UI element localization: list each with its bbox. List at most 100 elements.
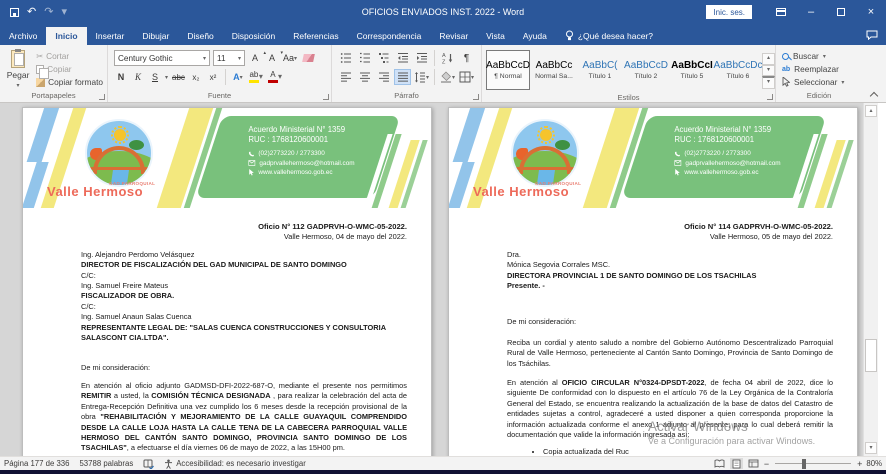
borders-button[interactable]: ▾	[458, 69, 475, 85]
clear-formatting-button[interactable]	[301, 51, 315, 66]
highlight-color-button[interactable]: ab▾	[248, 70, 264, 85]
bold-button[interactable]: N	[114, 70, 128, 85]
zoom-in-icon[interactable]: +	[857, 459, 862, 469]
comments-icon[interactable]	[866, 30, 878, 42]
tab-archivo[interactable]: Archivo	[0, 27, 46, 45]
zoom-out-icon[interactable]: −	[764, 459, 769, 469]
page-indicator[interactable]: Página 177 de 336	[4, 459, 69, 468]
letter-content[interactable]: Oficio N° 112 GADPRVH-O-WMC-05-2022. Val…	[23, 208, 431, 456]
paste-dropdown-icon[interactable]: ▾	[17, 82, 20, 89]
scrollbar-thumb[interactable]	[865, 339, 877, 372]
font-color-button[interactable]: A▾	[267, 70, 283, 85]
web-layout-icon[interactable]	[747, 458, 760, 469]
tab-diseno[interactable]: Diseño	[178, 27, 222, 45]
align-left-button[interactable]	[338, 69, 355, 85]
format-painter-button[interactable]: Copiar formato	[36, 77, 103, 87]
styles-scroll-up-icon[interactable]: ▴	[762, 53, 775, 65]
style-normal[interactable]: AaBbCcD¶ Normal	[486, 50, 530, 90]
read-mode-icon[interactable]	[713, 458, 726, 469]
style-titulo-1[interactable]: AaBbC(Título 1	[578, 50, 622, 90]
change-case-button[interactable]: Aa▾	[282, 51, 298, 66]
style-titulo-6[interactable]: AaBbCcDcTítulo 6	[716, 50, 760, 90]
copy-button[interactable]: Copiar	[36, 64, 103, 74]
numbered-list-button[interactable]	[357, 50, 374, 66]
strikethrough-button[interactable]: abc	[171, 70, 186, 85]
tab-inicio[interactable]: Inicio	[46, 27, 86, 45]
scroll-down-icon[interactable]: ▾	[865, 442, 877, 454]
document-area[interactable]: Valle Hermoso GAD PARROQUIAL Acuerdo Min…	[0, 103, 886, 456]
tab-correspondencia[interactable]: Correspondencia	[348, 27, 431, 45]
zoom-level[interactable]: 80%	[866, 459, 882, 468]
letter-content[interactable]: Oficio N° 114 GADPRVH-O-WMC-05-2022. Val…	[449, 208, 857, 456]
multilevel-list-button[interactable]	[376, 50, 393, 66]
zoom-slider-thumb[interactable]	[802, 459, 806, 469]
paste-button[interactable]: Pegar ▾	[2, 47, 34, 89]
redo-icon[interactable]: ↷	[44, 7, 53, 18]
style-titulo-5[interactable]: AaBbCcITítulo 5	[670, 50, 714, 90]
accessibility-status[interactable]: Accesibilidad: es necesario investigar	[164, 459, 306, 469]
decrease-indent-button[interactable]	[395, 50, 412, 66]
email-address: gadprvallehermoso@hotmail.com	[685, 159, 780, 169]
tab-insertar[interactable]: Insertar	[87, 27, 134, 45]
word-count[interactable]: 53788 palabras	[79, 459, 133, 468]
document-page-1[interactable]: Valle Hermoso GAD PARROQUIAL Acuerdo Min…	[22, 107, 432, 456]
italic-button[interactable]: K	[131, 70, 145, 85]
shrink-font-button[interactable]: A	[265, 51, 279, 66]
paragraph-dialog-launcher-icon[interactable]	[473, 94, 479, 100]
font-dialog-launcher-icon[interactable]	[323, 94, 329, 100]
text-effects-button[interactable]: A▾	[231, 70, 245, 85]
superscript-button[interactable]: x²	[206, 70, 220, 85]
styles-dialog-launcher-icon[interactable]	[767, 94, 773, 100]
show-paragraph-marks-button[interactable]: ¶	[458, 50, 475, 66]
tab-dibujar[interactable]: Dibujar	[133, 27, 178, 45]
document-page-2[interactable]: Valle Hermoso GAD PARROQUIAL Acuerdo Min…	[448, 107, 858, 456]
subscript-button[interactable]: x₂	[189, 70, 203, 85]
collapse-ribbon-icon[interactable]	[870, 90, 877, 97]
zoom-slider[interactable]	[775, 463, 851, 465]
minimize-button[interactable]: –	[796, 0, 826, 24]
styles-scroll-down-icon[interactable]: ▾	[762, 65, 775, 77]
replace-button[interactable]: abReemplazar	[782, 64, 844, 74]
font-family-combobox[interactable]: Century Gothic▾	[114, 50, 210, 66]
undo-icon[interactable]: ↶	[27, 7, 36, 18]
close-button[interactable]: ×	[856, 0, 886, 24]
shading-button[interactable]: ▾	[439, 69, 456, 85]
select-button[interactable]: Seleccionar▾	[782, 77, 844, 87]
tab-referencias[interactable]: Referencias	[284, 27, 347, 45]
justify-button[interactable]	[394, 69, 411, 85]
align-center-button[interactable]	[357, 69, 374, 85]
tab-vista[interactable]: Vista	[477, 27, 514, 45]
bullet-list-button[interactable]	[338, 50, 355, 66]
clipboard-dialog-launcher-icon[interactable]	[99, 94, 105, 100]
customize-quick-access-icon[interactable]: ▾	[61, 7, 67, 18]
tab-revisar[interactable]: Revisar	[430, 27, 477, 45]
window-edge	[878, 103, 886, 456]
scroll-up-icon[interactable]: ▴	[865, 105, 877, 117]
styles-gallery-more-icon[interactable]: ▾	[762, 76, 775, 89]
font-size-combobox[interactable]: 11▾	[213, 50, 245, 66]
restore-button[interactable]	[826, 0, 856, 24]
vertical-scrollbar[interactable]: ▴ ▾	[863, 103, 878, 456]
underline-button[interactable]: S	[148, 70, 162, 85]
brand-name: Valle Hermoso	[473, 184, 569, 199]
spellcheck-icon[interactable]	[143, 459, 154, 469]
ribbon-display-options-icon[interactable]	[766, 0, 796, 24]
tab-disposicion[interactable]: Disposición	[223, 27, 284, 45]
find-button[interactable]: Buscar▾	[782, 51, 844, 61]
print-layout-icon[interactable]	[730, 458, 743, 469]
line-spacing-button[interactable]: ▾	[413, 69, 430, 85]
sort-button[interactable]: AZ	[439, 50, 456, 66]
align-right-button[interactable]	[376, 69, 393, 85]
style-normal-sa[interactable]: AaBbCcNormal Sa...	[532, 50, 576, 90]
tell-me-box[interactable]: ¿Qué desea hacer?	[556, 26, 662, 45]
grow-font-button[interactable]: A	[248, 51, 262, 66]
save-icon[interactable]	[10, 8, 19, 17]
increase-indent-button[interactable]	[413, 50, 430, 66]
sign-in-button[interactable]: Inic. ses.	[706, 5, 752, 19]
style-titulo-2[interactable]: AaBbCcDTítulo 2	[624, 50, 668, 90]
underline-dropdown-icon[interactable]: ▾	[165, 74, 168, 81]
tab-ayuda[interactable]: Ayuda	[514, 27, 556, 45]
cut-button[interactable]: ✂Cortar	[36, 51, 103, 61]
oficio-header: Oficio N° 114 GADPRVH-O-WMC-05-2022. Val…	[507, 222, 833, 243]
status-bar: Página 177 de 336 53788 palabras Accesib…	[0, 456, 886, 470]
